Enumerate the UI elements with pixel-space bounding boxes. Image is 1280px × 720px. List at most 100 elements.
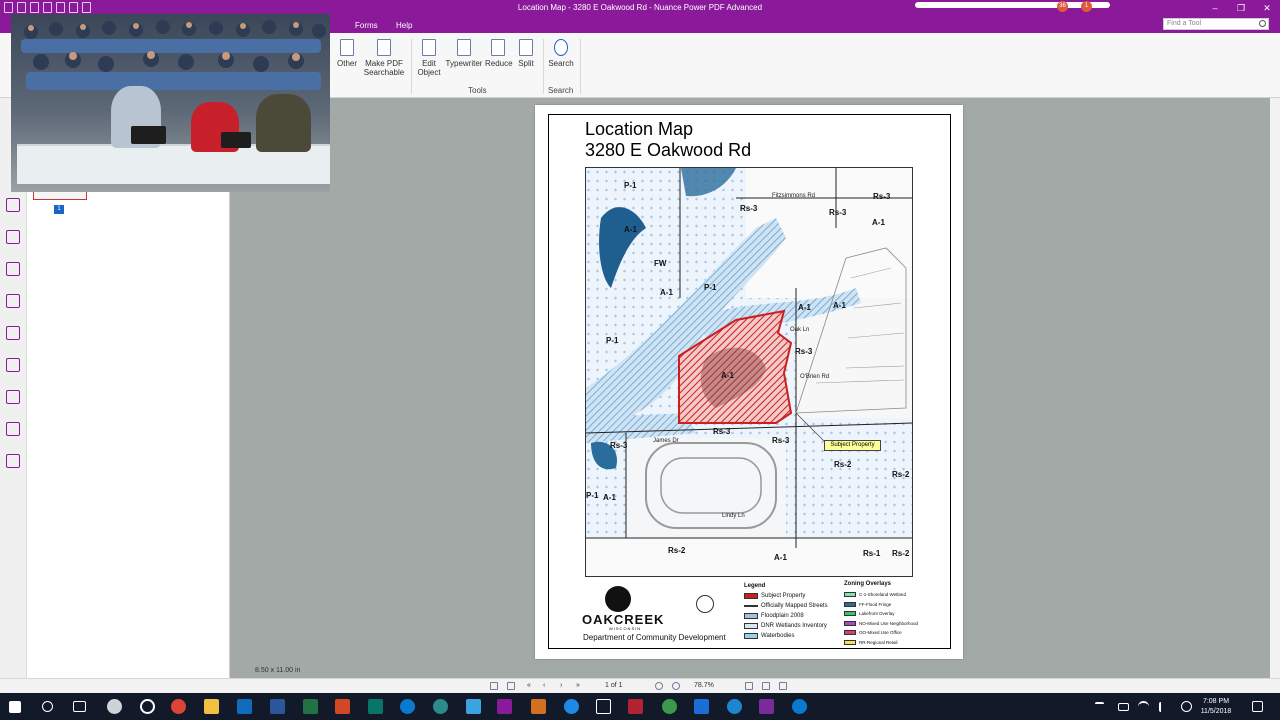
overlay-label: FF-Flood Fringe — [859, 601, 892, 607]
map-title: Location Map 3280 E Oakwood Rd — [585, 119, 751, 161]
find-tool-placeholder: Find a Tool — [1167, 20, 1202, 27]
search-icon[interactable] — [42, 701, 53, 712]
battery-icon[interactable] — [1118, 703, 1129, 711]
windows-start-icon[interactable] — [9, 701, 21, 713]
street-label: Lindy Ln — [722, 513, 745, 519]
excel-icon[interactable] — [303, 699, 318, 714]
zoom-in-icon[interactable] — [672, 682, 680, 690]
zone-label: Rs-3 — [740, 204, 758, 213]
document-viewer[interactable]: Location Map 3280 E Oakwood Rd * — [230, 98, 1270, 678]
wifi-icon[interactable] — [1138, 701, 1149, 712]
font-app-icon[interactable] — [466, 699, 481, 714]
chrome-icon[interactable] — [171, 699, 186, 714]
find-tool-input[interactable]: Find a Tool — [1163, 18, 1269, 30]
legend-item: DNR Wetlands Inventory — [744, 621, 828, 631]
legend-item: Subject Property — [744, 591, 828, 601]
comments-icon[interactable] — [6, 326, 20, 340]
search-button[interactable]: Search — [548, 39, 574, 68]
legend-label: Officially Mapped Streets — [761, 603, 828, 609]
signature-icon[interactable] — [6, 422, 20, 436]
pen-app-icon[interactable] — [564, 699, 579, 714]
overlay-label: Lakefront Overlay — [859, 611, 895, 617]
search-app-icon[interactable] — [433, 699, 448, 714]
split-button[interactable]: Split — [515, 39, 537, 68]
volume-icon[interactable] — [1159, 702, 1169, 712]
continuous-icon[interactable] — [779, 682, 787, 690]
notifications-icon[interactable] — [1252, 701, 1263, 712]
restore-icon[interactable]: ❐ — [1228, 0, 1254, 17]
overlay-label: NO-Mixed Use Neighborhood — [859, 620, 919, 626]
window-app-icon[interactable] — [596, 699, 611, 714]
pen-workspace-icon[interactable] — [1181, 701, 1192, 712]
page-indicator[interactable]: 1 of 1 — [605, 682, 623, 689]
legend-item: Floodplain 2008 — [744, 611, 828, 621]
l-app-icon[interactable] — [531, 699, 546, 714]
publisher-icon[interactable] — [368, 699, 383, 714]
edge-icon[interactable] — [400, 699, 415, 714]
pdf-app-icon[interactable] — [628, 699, 643, 714]
zoom-level[interactable]: 78.7% — [694, 682, 714, 689]
vertical-scrollbar[interactable] — [1270, 98, 1280, 678]
bookmarks-icon[interactable] — [6, 230, 20, 244]
taskbar-clock[interactable]: 7:08 PM 11/5/2018 — [1196, 697, 1236, 717]
minimize-icon[interactable]: – — [1202, 0, 1228, 17]
mail-app-icon[interactable] — [107, 699, 122, 714]
menu-forms[interactable]: Forms — [355, 21, 378, 30]
single-page-icon[interactable] — [745, 682, 753, 690]
zoom-out-icon[interactable] — [655, 682, 663, 690]
previous-page-icon[interactable]: ‹ — [543, 682, 551, 690]
menu-help[interactable]: Help — [396, 21, 412, 30]
search-icon[interactable] — [1259, 20, 1266, 27]
zone-label: A-1 — [660, 288, 673, 297]
zone-label: A-1 — [798, 303, 811, 312]
show-hidden-icons-icon[interactable] — [1095, 702, 1104, 711]
edit-object-button[interactable]: Edit Object — [415, 39, 443, 77]
last-page-icon[interactable]: » — [576, 682, 584, 690]
cortana-icon[interactable] — [140, 699, 155, 714]
zone-label: Rs-3 — [772, 436, 790, 445]
alert-badge[interactable]: 1 — [1081, 1, 1092, 12]
reduce-button[interactable]: Reduce — [485, 39, 513, 68]
pages-icon[interactable] — [6, 198, 20, 212]
zone-label: P-1 — [606, 336, 619, 345]
tag-icon[interactable] — [6, 454, 20, 468]
globe-app-icon[interactable] — [662, 699, 677, 714]
word-icon[interactable] — [270, 699, 285, 714]
zone-label: FW — [654, 259, 667, 268]
file-explorer-icon[interactable] — [204, 699, 219, 714]
document-icon[interactable] — [6, 390, 20, 404]
overlay-item: RR-Regional Retail — [844, 638, 918, 648]
outlook-icon[interactable] — [237, 699, 252, 714]
attachments-icon[interactable] — [6, 294, 20, 308]
two-page-icon[interactable] — [762, 682, 770, 690]
dropbox-icon[interactable] — [694, 699, 709, 714]
close-icon[interactable]: ✕ — [1254, 0, 1280, 17]
other-button[interactable]: Other — [337, 39, 357, 68]
powerpoint-icon[interactable] — [335, 699, 350, 714]
task-view-icon[interactable] — [73, 701, 86, 712]
zone-label: A-1 — [774, 553, 787, 562]
laptop — [221, 132, 251, 148]
lock-icon[interactable] — [6, 358, 20, 372]
first-page-icon[interactable]: « — [527, 682, 535, 690]
fit-page-icon[interactable] — [507, 682, 515, 690]
ribbon-divider — [580, 39, 581, 94]
onenote-icon[interactable] — [759, 699, 774, 714]
zone-label: A-1 — [624, 225, 637, 234]
power-pdf-icon[interactable] — [497, 699, 512, 714]
laptop — [131, 126, 166, 144]
next-page-icon[interactable]: › — [560, 682, 568, 690]
typewriter-button[interactable]: Typewriter — [445, 39, 483, 68]
edit-object-label: Edit Object — [417, 59, 441, 77]
stamp-icon[interactable] — [6, 262, 20, 276]
reduce-label: Reduce — [485, 59, 513, 68]
make-pdf-searchable-button[interactable]: Make PDF Searchable — [360, 39, 408, 77]
skype-icon[interactable] — [727, 699, 742, 714]
notification-badge[interactable]: 36 — [1057, 1, 1068, 12]
status-bar: « ‹ › » 1 of 1 78.7% — [0, 678, 1280, 693]
fit-width-icon[interactable] — [490, 682, 498, 690]
north-arrow-icon — [696, 595, 714, 613]
ie-icon[interactable] — [792, 699, 807, 714]
zone-label: Rs-3 — [829, 208, 847, 217]
map-frame: Location Map 3280 E Oakwood Rd * — [548, 114, 951, 649]
